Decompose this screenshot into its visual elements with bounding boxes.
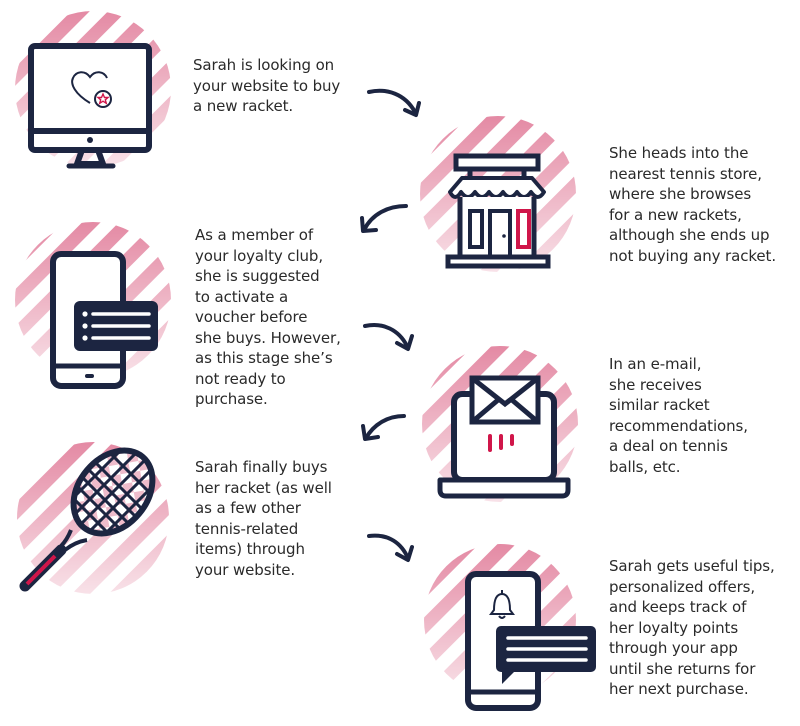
- phone-notification-icon: [424, 544, 596, 711]
- step-4-icon-wrap: [420, 344, 590, 514]
- tennis-racket-icon: [17, 434, 169, 594]
- step-1-text: Sarah is looking on your website to buy …: [193, 56, 341, 115]
- arrow-1: [365, 82, 425, 122]
- arrow-curved-left-down-icon: [361, 414, 406, 441]
- phone-voucher-icon: [15, 222, 171, 389]
- step-5-icon-wrap: [5, 434, 175, 610]
- arrow-4: [356, 412, 416, 452]
- arrow-curved-right-down-icon: [363, 323, 414, 351]
- monitor-heart-icon: [15, 11, 171, 169]
- arrow-3: [361, 318, 421, 358]
- arrow-curved-right-down-icon: [367, 533, 414, 562]
- arrow-5: [365, 530, 425, 570]
- arrow-curved-right-down-icon: [367, 88, 421, 117]
- step-3-text: As a member of your loyalty club, she is…: [195, 226, 341, 408]
- step-6-icon-wrap: [420, 544, 596, 718]
- step-1-icon-wrap: [5, 4, 175, 174]
- storefront-icon: [420, 116, 576, 272]
- step-6-text: Sarah gets useful tips, personalized off…: [609, 557, 775, 698]
- laptop-email-icon: [422, 346, 578, 502]
- step-2-text: She heads into the nearest tennis store,…: [609, 144, 776, 265]
- arrow-curved-left-down-icon: [360, 204, 408, 233]
- arrow-2: [356, 200, 416, 240]
- step-4-text: In an e-mail, she receives similar racke…: [609, 355, 748, 476]
- step-5-text: Sarah finally buys her racket (as well a…: [195, 458, 332, 579]
- step-3-icon-wrap: [5, 222, 175, 396]
- step-2-icon-wrap: [418, 112, 588, 282]
